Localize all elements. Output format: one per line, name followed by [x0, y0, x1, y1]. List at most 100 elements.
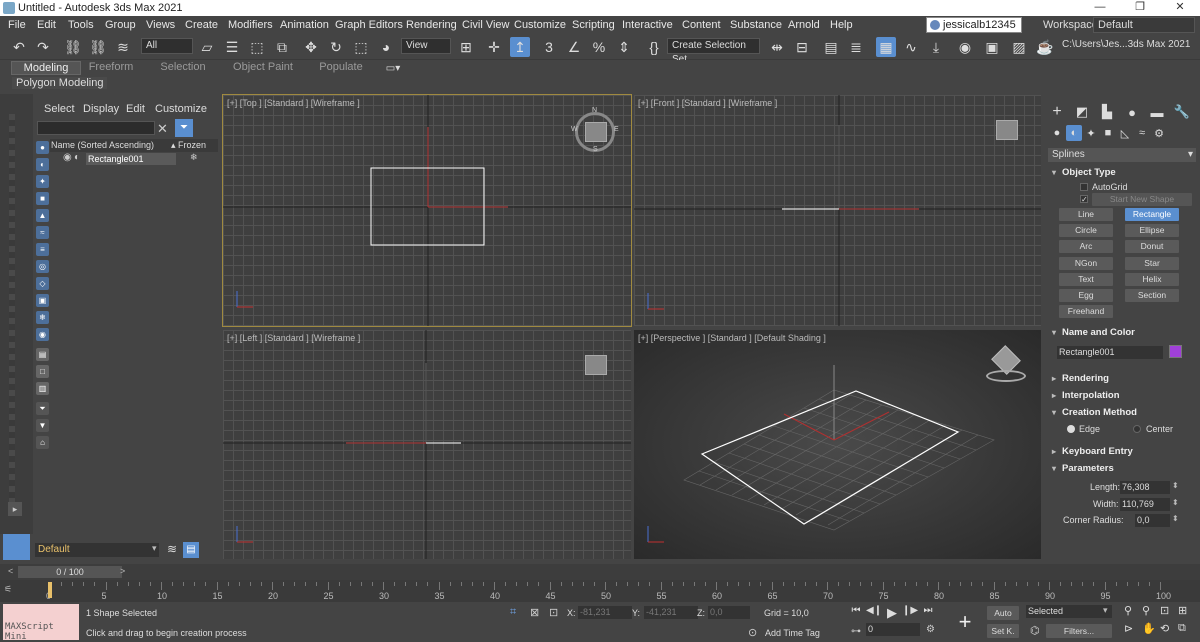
mirror-icon[interactable]: ⇹ [767, 37, 787, 57]
menu-group[interactable]: Group [105, 19, 136, 31]
rollout-interpolation[interactable]: Interpolation [1048, 388, 1196, 403]
absolute-mode-icon[interactable]: ⊡ [549, 606, 558, 619]
display-invert-icon[interactable]: ▥ [36, 382, 49, 395]
start-new-shape-checkbox[interactable]: ✓ [1080, 195, 1088, 204]
rectangle-button[interactable]: Rectangle [1125, 208, 1179, 221]
material-editor-icon[interactable]: ◉ [955, 37, 975, 57]
set-key-button[interactable]: Set K. [987, 624, 1019, 638]
menu-rendering[interactable]: Rendering [406, 19, 457, 31]
rectangle-shape-perspective[interactable] [700, 390, 960, 525]
zoom-all-icon[interactable]: ⚲ [1142, 604, 1150, 617]
field-of-view-icon[interactable]: ⊳ [1124, 622, 1133, 635]
freehand-button[interactable]: Freehand [1059, 305, 1113, 318]
viewport-layout-icon[interactable] [3, 534, 30, 560]
ribbon-options-icon[interactable]: ▭▾ [383, 58, 403, 78]
rollout-parameters[interactable]: Parameters [1048, 461, 1196, 476]
rectangular-selection-icon[interactable]: ⬚ [247, 37, 267, 57]
curve-editor-icon[interactable]: ∿ [901, 37, 921, 57]
select-manipulate-icon[interactable]: ✛ [484, 37, 504, 57]
isolate-selection-icon[interactable]: ⌗ [510, 606, 516, 619]
menu-file[interactable]: File [8, 19, 26, 31]
maximize-viewport-icon[interactable]: ⧉ [1178, 622, 1186, 635]
orbit-icon[interactable]: ⟲ [1160, 622, 1169, 635]
menu-substance[interactable]: Substance [730, 19, 782, 31]
scene-menu-display[interactable]: Display [83, 103, 119, 115]
create-selection-set-select[interactable]: Create Selection Set [667, 38, 760, 65]
display-all-icon[interactable]: ▤ [36, 348, 49, 361]
schematic-view-icon[interactable]: ⤓ [926, 37, 946, 57]
rollout-name-and-color[interactable]: Name and Color [1048, 325, 1196, 340]
select-object-icon[interactable]: ▱ [197, 37, 217, 57]
time-slider[interactable]: < 0 / 100 > [0, 564, 1200, 580]
current-time-marker[interactable] [48, 582, 52, 598]
width-input[interactable]: 110,769 [1120, 498, 1170, 511]
play-icon[interactable]: ▶ [884, 605, 900, 620]
ribbon-tab-freeform[interactable]: Freeform [82, 61, 140, 75]
menu-animation[interactable]: Animation [280, 19, 329, 31]
viewcube[interactable] [585, 122, 607, 142]
link-icon[interactable]: ⛓ [63, 37, 83, 57]
rollout-keyboard-entry[interactable]: Keyboard Entry [1048, 444, 1196, 459]
angle-snap-icon[interactable]: ∠ [564, 37, 584, 57]
geometry-icon[interactable]: ● [1049, 125, 1065, 141]
display-geometry-icon[interactable]: ● [36, 141, 49, 154]
viewport-top[interactable]: [+] [Top ] [Standard ] [Wireframe ] N W … [222, 94, 632, 327]
modify-tab-icon[interactable]: ◩ [1074, 104, 1090, 120]
lights-icon[interactable]: ✦ [1083, 125, 1099, 141]
dock-grip[interactable] [9, 114, 15, 514]
time-slider-thumb[interactable]: 0 / 100 [18, 566, 122, 578]
maxscript-mini-listener[interactable]: MAXScript Mini [3, 604, 79, 642]
display-lights-icon[interactable]: ✦ [36, 175, 49, 188]
motion-tab-icon[interactable]: ● [1124, 104, 1140, 120]
scene-search-input[interactable] [37, 121, 155, 135]
add-time-tag[interactable]: Add Time Tag [765, 628, 820, 638]
track-filter-icon[interactable]: ⚟ [4, 584, 12, 595]
selection-lock-icon[interactable]: ⊠ [530, 606, 539, 619]
frozen-icon[interactable]: ❄ [190, 152, 198, 163]
edge-radio[interactable] [1067, 425, 1075, 433]
spacewarps-icon[interactable]: ≈ [1134, 125, 1150, 141]
rendered-frame-window-icon[interactable]: ▨ [1009, 37, 1029, 57]
key-mode-icon[interactable]: ⊶ [851, 626, 861, 637]
viewport-perspective[interactable]: [+] [Perspective ] [Standard ] [Default … [634, 330, 1041, 559]
column-name[interactable]: Name (Sorted Ascending) [51, 140, 154, 150]
egg-button[interactable]: Egg [1059, 289, 1113, 302]
menu-modifiers[interactable]: Modifiers [228, 19, 273, 31]
shapes-icon[interactable]: ◐ [1066, 125, 1082, 141]
zoom-extents-icon[interactable]: ⊡ [1160, 604, 1169, 617]
width-spinner[interactable]: ⬍ [1172, 498, 1179, 507]
display-bones-icon[interactable]: ◇ [36, 277, 49, 290]
hierarchy-tab-icon[interactable]: ▙ [1099, 104, 1115, 120]
select-by-name-icon[interactable]: ☰ [222, 37, 242, 57]
selection-filter-select[interactable]: All [141, 38, 193, 54]
layer-dropdown-icon[interactable]: ▾ [152, 543, 157, 554]
star-button[interactable]: Star [1125, 257, 1179, 270]
circle-button[interactable]: Circle [1059, 224, 1113, 237]
project-path[interactable]: C:\Users\Jes...3ds Max 2021 [1058, 38, 1196, 54]
percent-snap-icon[interactable]: % [589, 37, 609, 57]
display-shapes-icon[interactable]: ◐ [36, 158, 49, 171]
menu-civil-view[interactable]: Civil View [462, 19, 509, 31]
align-icon[interactable]: ⊟ [792, 37, 812, 57]
scene-row-name[interactable]: Rectangle001 [86, 153, 176, 165]
hierarchy-icon[interactable]: ⌂ [36, 436, 49, 449]
snaps-toggle-icon[interactable]: 3 [539, 37, 559, 57]
length-input[interactable]: 76,308 [1120, 481, 1170, 494]
time-tag-icon[interactable]: ⊙ [748, 626, 757, 639]
menu-edit[interactable]: Edit [37, 19, 56, 31]
rollout-object-type[interactable]: Object Type [1048, 165, 1196, 180]
reference-coordinate-select[interactable]: View [401, 38, 451, 54]
viewcube[interactable] [996, 120, 1018, 140]
text-button[interactable]: Text [1059, 273, 1113, 286]
start-new-shape-button[interactable]: Start New Shape [1092, 193, 1192, 206]
display-spacewarps-icon[interactable]: ≈ [36, 226, 49, 239]
display-groups-icon[interactable]: ≡ [36, 243, 49, 256]
zoom-icon[interactable]: ⚲ [1124, 604, 1132, 617]
menu-views[interactable]: Views [146, 19, 175, 31]
column-frozen[interactable]: ▴ Frozen [171, 140, 206, 151]
next-frame-icon[interactable]: ❙▶ [902, 605, 918, 619]
go-to-start-icon[interactable]: ⏮ [848, 605, 864, 619]
zoom-extents-all-icon[interactable]: ⊞ [1178, 604, 1187, 617]
object-category-select[interactable]: Splines ▾ [1048, 148, 1196, 162]
viewport-front[interactable]: [+] [Front ] [Standard ] [Wireframe ] [634, 95, 1041, 326]
